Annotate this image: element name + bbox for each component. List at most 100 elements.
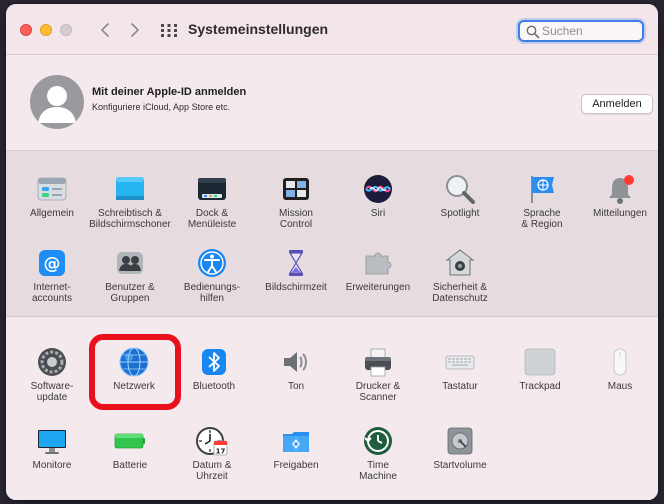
pane-label: Spotlight bbox=[440, 208, 480, 219]
pane-label: Tastatur bbox=[442, 381, 478, 392]
pane-label: Maus bbox=[607, 381, 633, 392]
pane-label: Siri bbox=[370, 208, 386, 219]
pane-label: Allgemein bbox=[30, 208, 74, 219]
spotlight-icon bbox=[444, 173, 476, 205]
network-highlight-marker bbox=[89, 334, 181, 410]
pane-screen-time[interactable]: Bildschirmzeit bbox=[254, 247, 338, 293]
extensions-icon bbox=[362, 247, 394, 279]
pane-accessibility[interactable]: Bedienungs- hilfen bbox=[170, 247, 254, 304]
pane-mouse[interactable]: Maus bbox=[578, 346, 658, 392]
keyboard-icon bbox=[444, 346, 476, 378]
notifications-icon bbox=[604, 173, 636, 205]
forward-button[interactable] bbox=[124, 18, 144, 42]
pane-displays[interactable]: Monitore bbox=[10, 425, 94, 471]
date-time-icon: 17 bbox=[196, 425, 228, 457]
pane-bluetooth[interactable]: Bluetooth bbox=[172, 346, 256, 392]
minimize-window-button[interactable] bbox=[40, 24, 52, 36]
pane-label: Benutzer & Gruppen bbox=[105, 282, 155, 304]
close-window-button[interactable] bbox=[20, 24, 32, 36]
pane-spotlight[interactable]: Spotlight bbox=[418, 173, 502, 219]
pane-label: Time Machine bbox=[359, 460, 397, 482]
pane-label: Startvolume bbox=[433, 460, 487, 471]
pane-internet-accounts[interactable]: @ Internet- accounts bbox=[10, 247, 94, 304]
window-title: Systemeinstellungen bbox=[188, 21, 329, 37]
pane-label: Trackpad bbox=[519, 381, 561, 392]
pane-keyboard[interactable]: Tastatur bbox=[418, 346, 502, 392]
pane-dock-menubar[interactable]: Dock & Menüleiste bbox=[170, 173, 254, 230]
pane-startup-disk[interactable]: Startvolume bbox=[418, 425, 502, 471]
apple-id-subtitle: Konfiguriere iCloud, App Store etc. bbox=[92, 102, 231, 112]
pane-security-privacy[interactable]: Sicherheit & Datenschutz bbox=[418, 247, 502, 304]
avatar[interactable] bbox=[30, 75, 84, 129]
pane-sound[interactable]: Ton bbox=[254, 346, 338, 392]
mission-control-icon bbox=[280, 173, 312, 205]
startup-disk-icon bbox=[444, 425, 476, 457]
sharing-icon bbox=[280, 425, 312, 457]
internet-accounts-icon: @ bbox=[36, 247, 68, 279]
desktop-screensaver-icon bbox=[114, 173, 146, 205]
sound-icon bbox=[280, 346, 312, 378]
pane-users-groups[interactable]: Benutzer & Gruppen bbox=[88, 247, 172, 304]
search-input[interactable] bbox=[542, 23, 638, 39]
back-button[interactable] bbox=[96, 18, 116, 42]
pane-label: Bluetooth bbox=[192, 381, 236, 392]
mouse-icon bbox=[604, 346, 636, 378]
software-update-icon bbox=[36, 346, 68, 378]
pane-sharing[interactable]: Freigaben bbox=[254, 425, 338, 471]
dock-icon bbox=[196, 173, 228, 205]
pane-extensions[interactable]: Erweiterungen bbox=[336, 247, 420, 293]
user-silhouette-icon bbox=[38, 86, 76, 123]
svg-text:@: @ bbox=[44, 254, 61, 274]
displays-icon bbox=[36, 425, 68, 457]
show-all-button[interactable] bbox=[160, 21, 178, 39]
pane-label: Sprache & Region bbox=[521, 208, 563, 230]
search-field[interactable] bbox=[518, 20, 644, 42]
pane-siri[interactable]: Siri bbox=[336, 173, 420, 219]
pane-label: Mission Control bbox=[279, 208, 313, 230]
pane-label: Software- update bbox=[30, 381, 74, 403]
pane-date-time[interactable]: 17 Datum & Uhrzeit bbox=[170, 425, 254, 482]
printer-scanner-icon bbox=[362, 346, 394, 378]
pane-general[interactable]: Allgemein bbox=[10, 173, 94, 219]
pane-time-machine[interactable]: Time Machine bbox=[336, 425, 420, 482]
pane-printers-scanners[interactable]: Drucker & Scanner bbox=[336, 346, 420, 403]
pane-battery[interactable]: Batterie bbox=[88, 425, 172, 471]
pane-label: Internet- accounts bbox=[31, 282, 73, 304]
trackpad-icon bbox=[524, 346, 556, 378]
grid-icon bbox=[161, 24, 177, 37]
battery-icon bbox=[114, 425, 146, 457]
bluetooth-icon bbox=[198, 346, 230, 378]
pane-label: Batterie bbox=[112, 460, 148, 471]
title-bar: Systemeinstellungen bbox=[6, 4, 658, 55]
apple-id-section: Mit deiner Apple-ID anmelden Konfigurier… bbox=[6, 55, 658, 151]
chevron-left-icon bbox=[101, 23, 109, 37]
zoom-window-button[interactable] bbox=[60, 24, 72, 36]
pane-mission-control[interactable]: Mission Control bbox=[254, 173, 338, 230]
pane-label: Monitore bbox=[32, 460, 72, 471]
pane-label: Sicherheit & Datenschutz bbox=[432, 282, 488, 304]
general-icon bbox=[36, 173, 68, 205]
pane-label: Bildschirmzeit bbox=[265, 282, 327, 293]
search-icon bbox=[526, 25, 540, 39]
accessibility-icon bbox=[196, 247, 228, 279]
personal-preferences-section: Allgemein Schreibtisch & Bildschirmschon… bbox=[6, 151, 658, 317]
pane-language-region[interactable]: Sprache & Region bbox=[500, 173, 584, 230]
pane-label: Freigaben bbox=[273, 460, 319, 471]
calendar-day: 17 bbox=[216, 448, 226, 456]
pane-label: Mitteilungen bbox=[593, 208, 647, 219]
pane-desktop-screensaver[interactable]: Schreibtisch & Bildschirmschoner bbox=[88, 173, 172, 230]
siri-icon bbox=[362, 173, 394, 205]
pane-label: Schreibtisch & Bildschirmschoner bbox=[89, 208, 171, 230]
sign-in-button[interactable]: Anmelden bbox=[581, 94, 653, 114]
pane-software-update[interactable]: Software- update bbox=[10, 346, 94, 403]
users-groups-icon bbox=[114, 247, 146, 279]
apple-id-title: Mit deiner Apple-ID anmelden bbox=[92, 86, 247, 98]
pane-label: Drucker & Scanner bbox=[355, 381, 401, 403]
security-privacy-icon bbox=[444, 247, 476, 279]
pane-trackpad[interactable]: Trackpad bbox=[498, 346, 582, 392]
screen-time-icon bbox=[280, 247, 312, 279]
chevron-right-icon bbox=[131, 23, 139, 37]
pane-notifications[interactable]: Mitteilungen bbox=[578, 173, 658, 219]
pane-label: Ton bbox=[287, 381, 305, 392]
pane-label: Datum & Uhrzeit bbox=[192, 460, 232, 482]
